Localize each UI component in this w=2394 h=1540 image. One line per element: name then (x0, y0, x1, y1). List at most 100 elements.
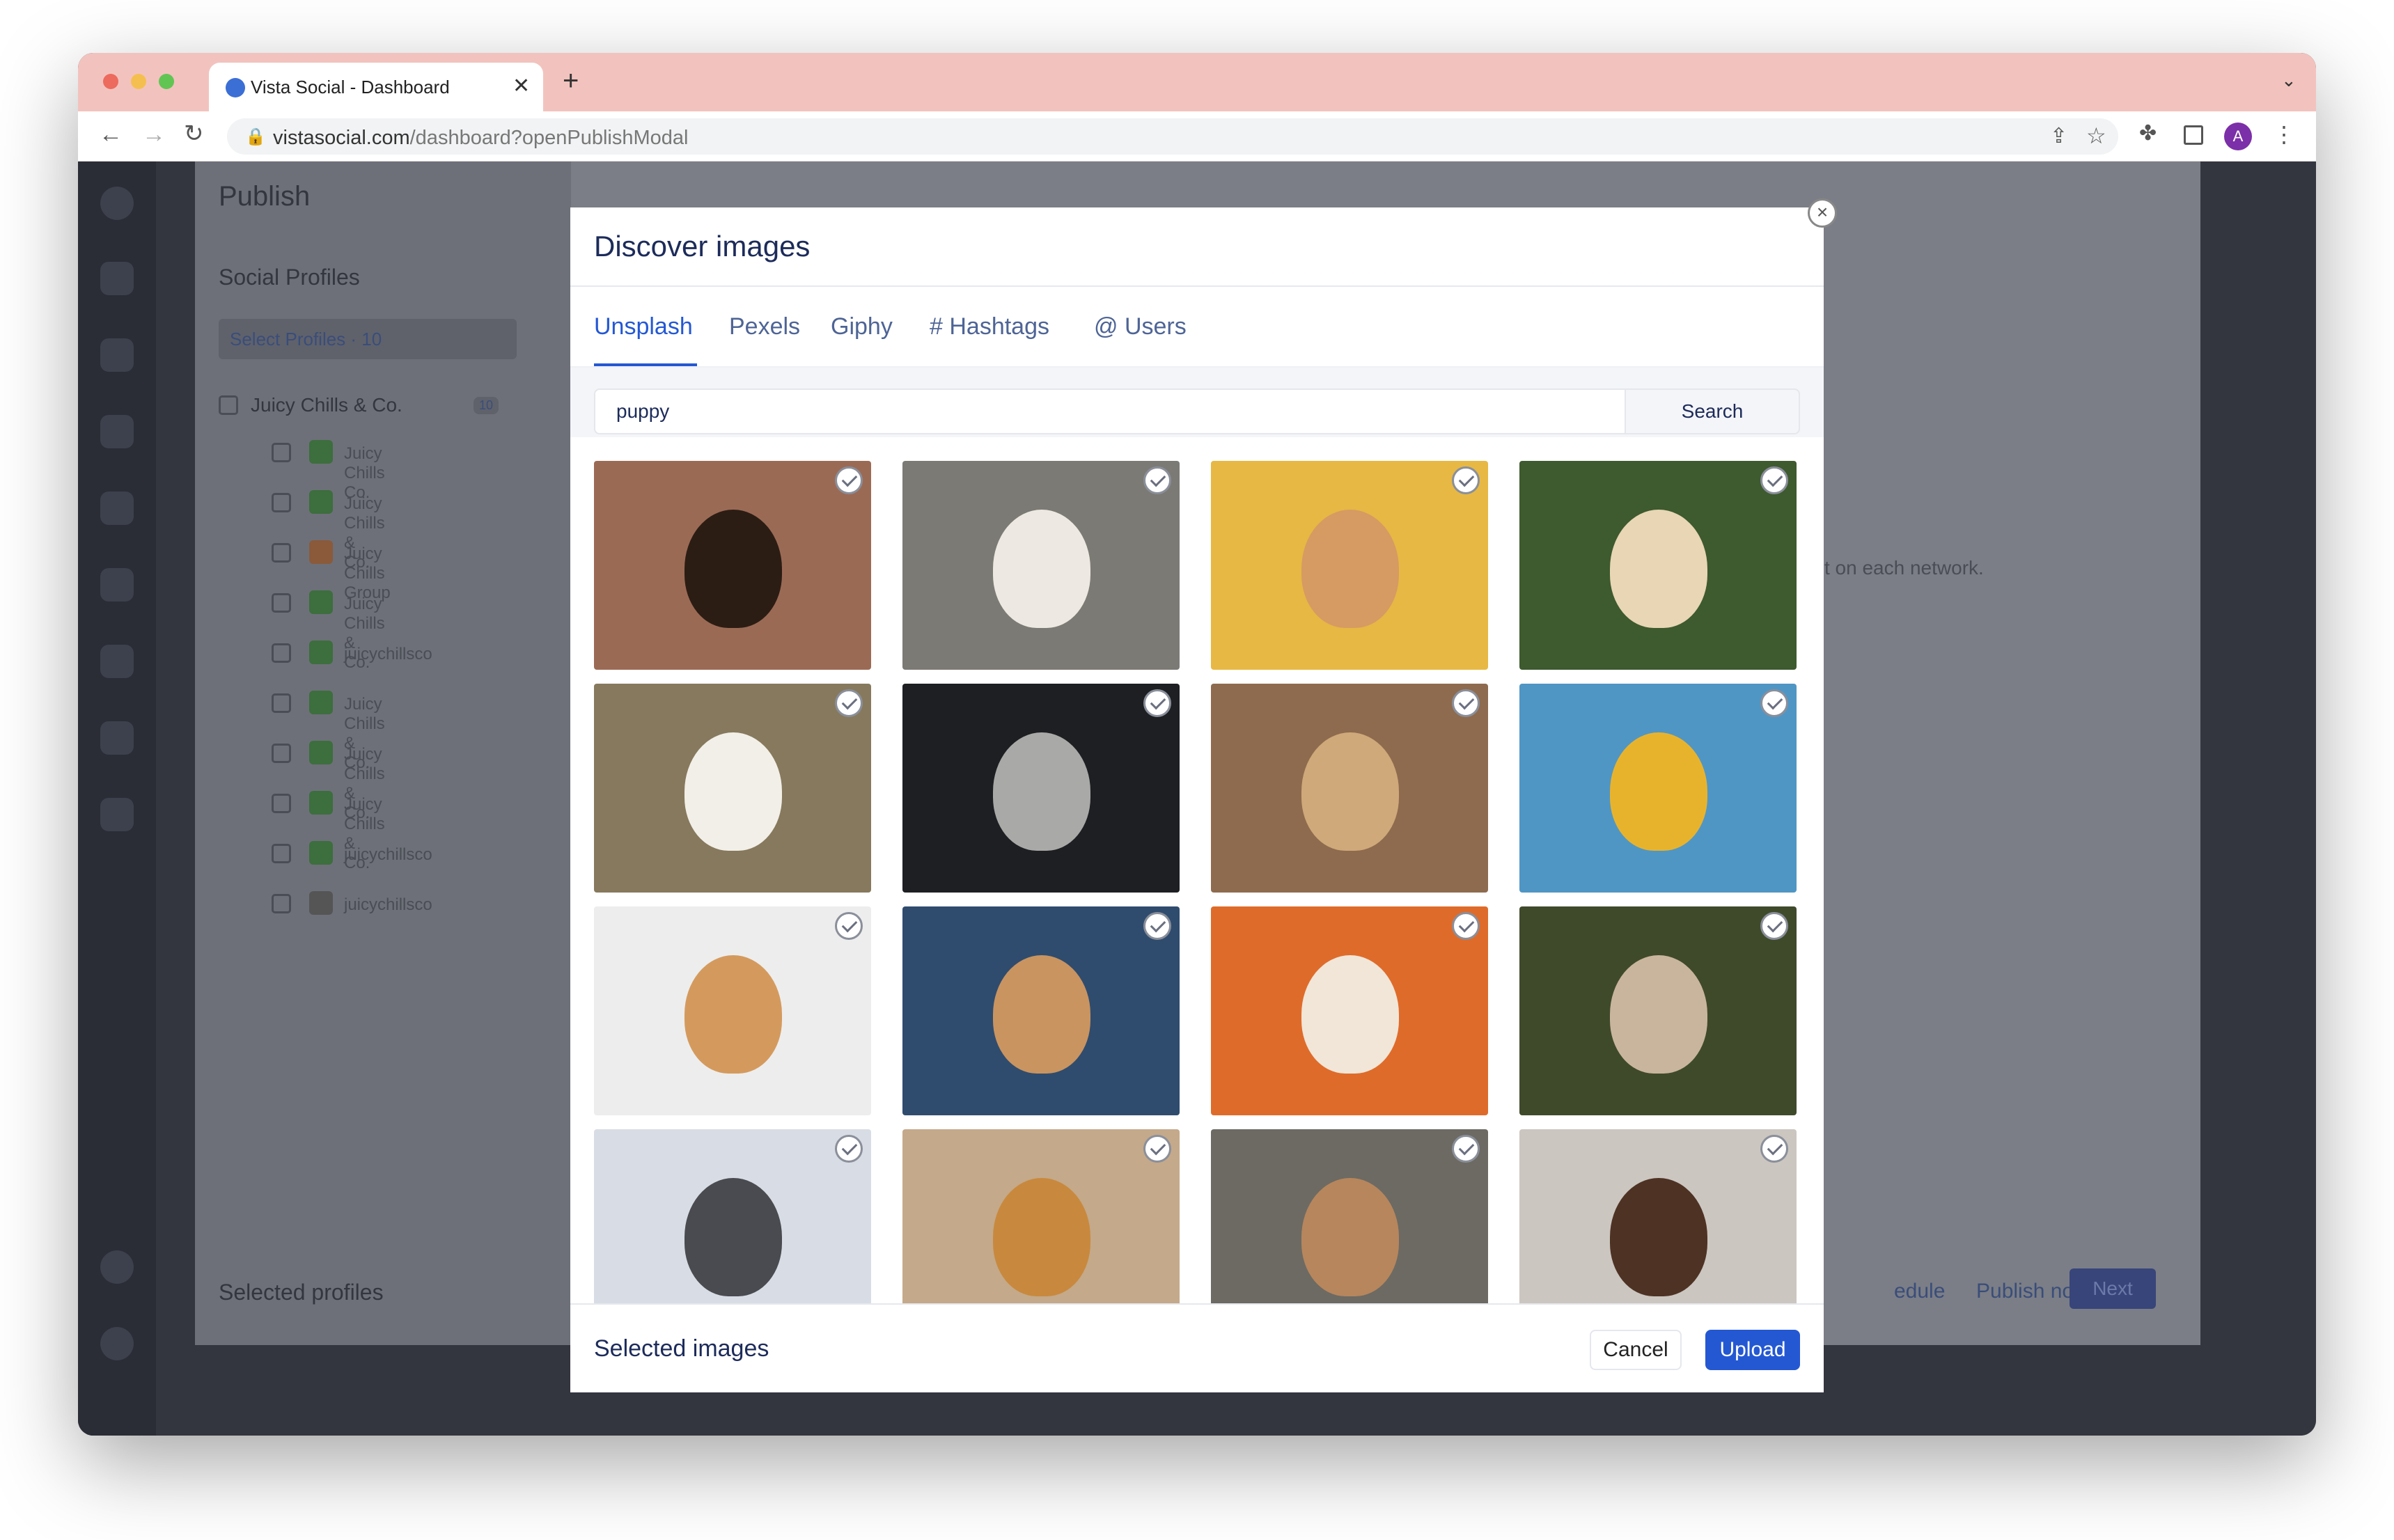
select-checkmark-icon[interactable] (1760, 466, 1788, 494)
schedule-option[interactable]: edule (1894, 1280, 1945, 1303)
image-tile-golden-puppy-on-grass[interactable] (1519, 461, 1797, 670)
image-tile-poodle-puppy-walking[interactable] (902, 906, 1180, 1115)
puppy-shape (1301, 1178, 1399, 1296)
select-checkmark-icon[interactable] (1143, 912, 1171, 940)
lock-icon: 🔒 (245, 127, 266, 146)
bookmark-star-icon[interactable]: ☆ (2086, 123, 2106, 149)
publish-title: Publish (219, 181, 311, 212)
image-tile-jack-russell-puppy-flowers[interactable] (594, 684, 871, 893)
reviews-icon[interactable] (100, 645, 134, 678)
send-icon[interactable] (100, 338, 134, 372)
modal-footer: Selected images Cancel Upload (570, 1303, 1824, 1392)
pin-icon[interactable] (100, 721, 134, 755)
select-checkmark-icon[interactable] (1452, 1135, 1480, 1163)
profile-checkbox[interactable] (272, 693, 291, 713)
tab-users[interactable]: @ Users (1094, 313, 1187, 340)
tab-hashtags[interactable]: # Hashtags (930, 313, 1049, 340)
add-icon[interactable] (100, 1250, 134, 1284)
profile-checkbox[interactable] (272, 744, 291, 763)
help-icon[interactable] (100, 1327, 134, 1360)
source-tabs: Unsplash Pexels Giphy # Hashtags @ Users (570, 287, 1824, 368)
select-checkmark-icon[interactable] (835, 466, 863, 494)
extensions-icon[interactable]: ✤ (2139, 121, 2157, 146)
tab-giphy[interactable]: Giphy (831, 313, 893, 340)
image-tile-yorkie-puppy-on-rug[interactable] (594, 461, 871, 670)
select-checkmark-icon[interactable] (835, 689, 863, 717)
image-tile-puppy-on-patio[interactable] (1211, 1129, 1488, 1303)
group-checkbox[interactable] (219, 395, 238, 415)
back-icon[interactable]: ← (99, 121, 123, 148)
profile-checkbox[interactable] (272, 894, 291, 913)
profile-checkbox[interactable] (272, 543, 291, 563)
profile-avatar-icon (309, 791, 333, 815)
image-tile-puppy-running-on-street[interactable] (902, 684, 1180, 893)
sidepanel-icon[interactable] (2184, 125, 2203, 145)
calendar-icon[interactable] (100, 415, 134, 448)
vista-favicon-icon (226, 78, 245, 97)
select-checkmark-icon[interactable] (835, 1135, 863, 1163)
select-checkmark-icon[interactable] (1760, 912, 1788, 940)
cancel-button[interactable]: Cancel (1590, 1330, 1682, 1370)
image-tile-french-bulldog-yellow-hoodie[interactable] (1519, 684, 1797, 893)
select-checkmark-icon[interactable] (835, 912, 863, 940)
tab-pexels[interactable]: Pexels (729, 313, 800, 340)
image-tile-aussie-puppy-tongue-out[interactable] (594, 1129, 871, 1303)
profile-avatar-icon (309, 641, 333, 664)
image-tile-shih-tzu-puppy-blanket[interactable] (1519, 1129, 1797, 1303)
select-profiles-dropdown[interactable]: Select Profiles · 10 (219, 319, 517, 359)
browser-tab[interactable]: Vista Social - Dashboard ✕ (209, 63, 543, 111)
select-checkmark-icon[interactable] (1452, 689, 1480, 717)
profile-checkbox[interactable] (272, 493, 291, 512)
search-bar: Search (570, 368, 1824, 437)
profile-checkbox[interactable] (272, 443, 291, 462)
next-button[interactable]: Next (2070, 1268, 2156, 1309)
select-checkmark-icon[interactable] (1143, 689, 1171, 717)
forward-icon[interactable]: → (142, 121, 166, 148)
select-checkmark-icon[interactable] (1760, 689, 1788, 717)
profile-checkbox[interactable] (272, 794, 291, 813)
tab-bar: Vista Social - Dashboard ✕ + ⌄ (78, 53, 2316, 111)
vista-logo-icon[interactable] (100, 187, 134, 220)
profile-checkbox[interactable] (272, 593, 291, 613)
image-tile-kitten-and-dog-grass[interactable] (1519, 906, 1797, 1115)
select-checkmark-icon[interactable] (1143, 466, 1171, 494)
search-input[interactable] (594, 388, 1638, 434)
tab-list-chevron-icon[interactable]: ⌄ (2281, 70, 2297, 91)
upload-button[interactable]: Upload (1705, 1330, 1800, 1370)
puppy-shape (1610, 955, 1707, 1074)
maximize-window-icon[interactable] (159, 74, 174, 89)
image-tile-corgi-puppy-orange-bg[interactable] (1211, 906, 1488, 1115)
inbox-icon[interactable] (100, 492, 134, 525)
left-nav (78, 162, 156, 1436)
search-button[interactable]: Search (1625, 388, 1800, 434)
reports-icon[interactable] (100, 798, 134, 831)
minimize-window-icon[interactable] (131, 74, 146, 89)
close-tab-icon[interactable]: ✕ (513, 74, 530, 98)
tab-unsplash[interactable]: Unsplash (594, 313, 693, 340)
image-tile-golden-puppy-licking[interactable] (902, 1129, 1180, 1303)
image-tile-aussie-puppy-blue-collar[interactable] (902, 461, 1180, 670)
puppy-shape (1610, 510, 1707, 628)
puppy-shape (993, 1178, 1090, 1296)
image-tile-golden-retriever-puppy[interactable] (1211, 684, 1488, 893)
select-checkmark-icon[interactable] (1452, 912, 1480, 940)
profile-avatar[interactable]: A (2224, 123, 2252, 150)
reload-icon[interactable]: ↻ (184, 120, 204, 148)
share-icon[interactable]: ⇪ (2050, 124, 2067, 148)
listening-icon[interactable] (100, 568, 134, 602)
select-checkmark-icon[interactable] (1143, 1135, 1171, 1163)
image-tile-corgi-lying-white-bg[interactable] (594, 906, 871, 1115)
select-checkmark-icon[interactable] (1452, 466, 1480, 494)
new-tab-icon[interactable]: + (563, 65, 579, 97)
select-checkmark-icon[interactable] (1760, 1135, 1788, 1163)
modal-header: Discover images (570, 207, 1824, 287)
profile-checkbox[interactable] (272, 643, 291, 663)
close-window-icon[interactable] (103, 74, 118, 89)
profile-checkbox[interactable] (272, 844, 291, 863)
menu-kebab-icon[interactable]: ⋮ (2273, 121, 2295, 148)
image-tile-poodle-puppy-yellow-bg[interactable] (1211, 461, 1488, 670)
close-modal-icon[interactable]: × (1808, 198, 1837, 228)
home-icon[interactable] (100, 262, 134, 295)
profile-avatar-icon (309, 891, 333, 915)
url-field[interactable]: 🔒 vistasocial.com/dashboard?openPublishM… (227, 118, 2118, 155)
